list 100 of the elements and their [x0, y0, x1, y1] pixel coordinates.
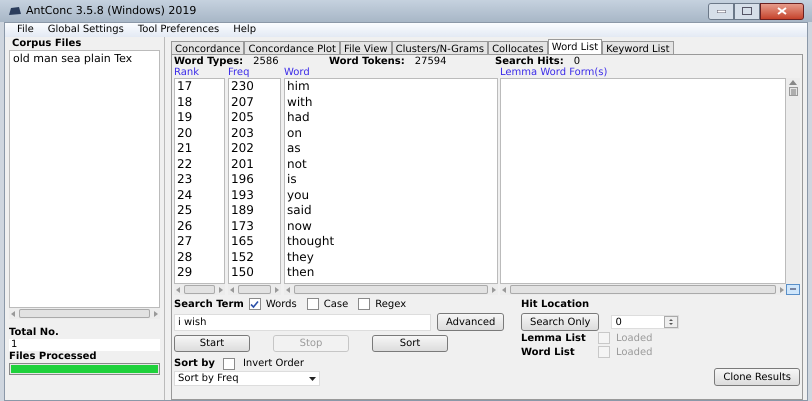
table-cell-text: 165 [231, 234, 255, 250]
tab[interactable]: Collocates [488, 41, 548, 54]
maximize-icon [742, 7, 752, 15]
table-cell-text: is [287, 172, 298, 188]
file-list[interactable]: old man sea plain Tex [9, 50, 160, 308]
vertical-scrollbar[interactable] [786, 78, 800, 284]
list-label: Word List [521, 346, 576, 360]
table-cell-text: 19 [177, 110, 194, 126]
hit-location-label: Hit Location [521, 298, 590, 311]
horizontal-scrollbar[interactable] [228, 284, 281, 295]
checkbox[interactable] [598, 332, 610, 344]
search-field[interactable]: i wish [174, 314, 431, 330]
checkbox[interactable] [306, 298, 319, 310]
menu-item[interactable]: Tool Preferences [138, 23, 220, 37]
option-label: Regex [375, 298, 406, 312]
maximize-button[interactable] [734, 2, 760, 20]
checkbox[interactable] [248, 298, 261, 310]
table-cell-text: they [287, 250, 315, 265]
table-cell-text: you [287, 188, 310, 203]
table-cell-text: 20 [177, 126, 194, 141]
left-arrow-icon [230, 286, 235, 292]
table-cell-text: 152 [231, 250, 255, 265]
panel-heading: Corpus Files [11, 37, 82, 50]
tab[interactable]: Concordance Plot [244, 41, 340, 54]
tab[interactable]: Concordance [171, 41, 244, 54]
tab[interactable]: File View [340, 41, 392, 54]
horizontal-scrollbar[interactable] [174, 284, 225, 295]
option-label: Words [266, 298, 297, 312]
number-spinner[interactable]: 0 [611, 315, 680, 329]
up-arrow-icon [789, 80, 797, 85]
minimize-icon [716, 10, 726, 12]
checkbox[interactable] [358, 298, 370, 310]
right-arrow-icon [491, 286, 496, 292]
menu-item[interactable]: File [17, 23, 34, 37]
left-arrow-icon [286, 286, 291, 292]
table-cell-text: 23 [177, 172, 194, 188]
table-cell-text: thought [287, 234, 336, 250]
table-cell-text: 26 [177, 218, 194, 234]
table-cell-text: 193 [231, 188, 255, 203]
dropdown-arrow-icon [309, 376, 316, 380]
close-button[interactable] [760, 2, 804, 20]
stat-value: 0 [574, 54, 580, 67]
table-cell-text: 150 [231, 265, 255, 280]
grip-icon [788, 87, 798, 96]
stat-value: 2586 [253, 54, 279, 68]
table-cell-text: 24 [177, 188, 194, 203]
check-icon [250, 300, 260, 308]
search-only-button[interactable]: Search Only [521, 313, 600, 331]
tab[interactable]: Keyword List [602, 41, 674, 54]
tab[interactable]: Clusters/N-Grams [392, 41, 488, 54]
corpus-file-name[interactable]: old man sea plain Tex [13, 51, 156, 68]
option-label: Loaded [616, 332, 652, 346]
table-cell-text: 17 [177, 79, 194, 94]
sort-dropdown[interactable]: Sort by Freq [174, 371, 320, 386]
total-label: Total No. [9, 327, 60, 339]
table-cell-text: had [287, 110, 311, 126]
action-button[interactable]: Start [174, 335, 250, 352]
search-term-label: Search Term [174, 298, 244, 312]
left-arrow-icon [11, 310, 16, 316]
right-arrow-icon [218, 286, 223, 292]
horizontal-scrollbar[interactable] [9, 308, 160, 319]
table-cell-text: 173 [231, 218, 255, 234]
horizontal-scrollbar[interactable] [500, 284, 786, 295]
table-cell-text: as [287, 141, 302, 156]
table-cell-text: 202 [231, 141, 255, 156]
option-label: Case [324, 298, 348, 312]
window-title: AntConc 3.5.8 (Windows) 2019 [26, 2, 198, 19]
option-label: Invert Order [242, 357, 304, 371]
menu-item[interactable]: Help [233, 23, 256, 37]
checkbox[interactable] [222, 358, 235, 370]
sort-label: Sort by [174, 357, 215, 371]
clone-results-button[interactable]: Clone Results [714, 368, 800, 386]
stat-label: Word Tokens: [329, 54, 405, 68]
stat-value: 27594 [414, 54, 447, 68]
advanced-button[interactable]: Advanced [437, 313, 504, 331]
total-value: 1 [9, 339, 160, 351]
tab[interactable]: Word List [548, 39, 602, 54]
minimize-button[interactable] [708, 2, 734, 20]
list-label: Lemma List [521, 332, 587, 346]
table-cell-text: 25 [177, 203, 194, 218]
app-icon [8, 5, 22, 17]
table-cell-text: him [287, 79, 311, 94]
left-arrow-icon [176, 286, 181, 292]
column-header[interactable]: Lemma Word Form(s) [500, 67, 800, 78]
table-cell-text: 21 [177, 141, 194, 156]
column-header[interactable]: Rank [174, 67, 228, 78]
table-cell-text: 230 [231, 79, 255, 94]
column-header[interactable]: Word [284, 67, 310, 78]
processed-label: Files Processed [9, 351, 98, 363]
table-cell-text: 207 [231, 94, 255, 110]
stat-label: Search Hits: [495, 54, 564, 67]
horizontal-scrollbar[interactable] [284, 284, 498, 295]
action-button[interactable]: Sort [372, 335, 448, 352]
right-arrow-icon [274, 286, 279, 292]
menu-item[interactable]: Global Settings [48, 23, 124, 37]
table-cell-text: then [287, 265, 316, 280]
column-header[interactable]: Freq [228, 67, 284, 78]
option-label: Loaded [616, 346, 652, 360]
checkbox[interactable] [598, 346, 610, 358]
table-cell-text: said [287, 203, 313, 218]
